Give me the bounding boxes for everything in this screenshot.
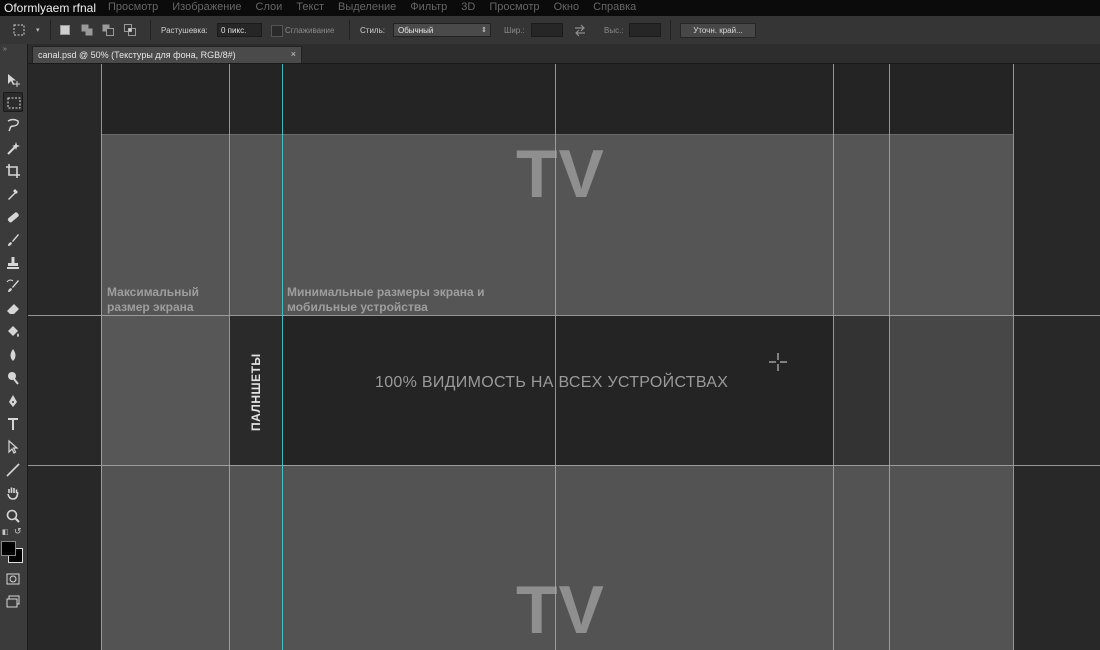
new-selection-icon[interactable] — [58, 23, 72, 37]
guide-vertical[interactable] — [889, 64, 890, 650]
width-input[interactable] — [531, 23, 563, 37]
chevron-down-icon[interactable]: ▾ — [36, 26, 40, 34]
foreground-color-swatch[interactable] — [1, 541, 16, 556]
document-tab-bar: canal.psd @ 50% (Текстуры для фона, RGB/… — [28, 44, 1100, 64]
swap-arrows-icon[interactable] — [573, 23, 587, 37]
updown-arrows-icon: ⇕ — [481, 27, 487, 34]
paint-bucket-icon[interactable] — [3, 322, 23, 342]
pen-icon[interactable] — [3, 391, 23, 411]
antialias-checkbox[interactable] — [271, 25, 283, 37]
tools-panel: » ◧ ↺ — [0, 44, 28, 650]
guide-vertical[interactable] — [282, 64, 283, 650]
tv-logo-top: TV — [516, 136, 605, 212]
eraser-icon[interactable] — [3, 299, 23, 319]
height-label: Выс.: — [604, 26, 624, 35]
brush-icon[interactable] — [3, 230, 23, 250]
min-screen-label: Минимальные размеры экрана и мобильные у… — [287, 285, 485, 314]
feather-label: Растушевка: — [161, 26, 208, 35]
menu-item[interactable]: Справка — [593, 1, 636, 15]
crosshair-cursor-icon — [769, 353, 787, 376]
width-label: Шир.: — [504, 26, 525, 35]
dodge-icon[interactable] — [3, 368, 23, 388]
guide-vertical[interactable] — [101, 64, 102, 650]
clone-stamp-icon[interactable] — [3, 253, 23, 273]
hand-icon[interactable] — [3, 483, 23, 503]
guide-vertical[interactable] — [833, 64, 834, 650]
type-icon[interactable] — [3, 414, 23, 434]
blur-icon[interactable] — [3, 345, 23, 365]
path-selection-icon[interactable] — [3, 437, 23, 457]
document-tab[interactable]: canal.psd @ 50% (Текстуры для фона, RGB/… — [32, 46, 302, 63]
guide-vertical[interactable] — [555, 64, 556, 650]
menu-item[interactable]: Выделение — [338, 1, 396, 15]
tablets-label: ПАЛНШЕТЫ — [249, 353, 263, 431]
menu-item[interactable]: Изображение — [172, 1, 241, 15]
menu-item[interactable]: Слои — [256, 1, 283, 15]
default-colors-icon[interactable]: ◧ — [2, 528, 9, 536]
intersect-selection-icon[interactable] — [123, 23, 137, 37]
tv-logo-bottom: TV — [516, 572, 605, 648]
window-title: Oformlyaem rfnal — [4, 1, 97, 15]
refine-edge-button[interactable]: Уточн. край... — [680, 23, 756, 38]
title-bar: Oformlyaem rfnal Просмотр Изображение Сл… — [0, 0, 1100, 16]
healing-brush-icon[interactable] — [3, 207, 23, 227]
line-icon[interactable] — [3, 460, 23, 480]
menu-item[interactable]: Текст — [296, 1, 324, 15]
swap-colors-icon[interactable]: ↺ — [14, 526, 22, 537]
add-selection-icon[interactable] — [80, 23, 94, 37]
options-bar: ▾ Растушевка: 0 пикс. Сглаживание Стиль:… — [0, 16, 1100, 45]
menu-item[interactable]: Просмотр — [108, 1, 158, 15]
eyedropper-icon[interactable] — [3, 184, 23, 204]
collapse-panel-icon[interactable]: » — [3, 46, 7, 53]
guide-vertical[interactable] — [1013, 64, 1014, 650]
menu-item[interactable]: Окно — [554, 1, 580, 15]
full-visibility-text: 100% ВИДИМОСТЬ НА ВСЕХ УСТРОЙСТВАХ — [375, 374, 729, 391]
guide-horizontal[interactable] — [28, 465, 1100, 466]
quick-mask-icon[interactable] — [3, 569, 23, 589]
move-icon[interactable] — [3, 70, 23, 90]
height-input[interactable] — [629, 23, 661, 37]
marquee-icon[interactable] — [3, 92, 23, 112]
lasso-icon[interactable] — [3, 115, 23, 135]
menu-item[interactable]: Просмотр — [489, 1, 539, 15]
menu-item[interactable]: Фильтр — [410, 1, 447, 15]
guide-horizontal[interactable] — [28, 315, 1100, 316]
menu-item[interactable]: 3D — [461, 1, 475, 15]
style-select-value: Обычный — [398, 26, 434, 35]
subtract-selection-icon[interactable] — [101, 23, 115, 37]
marquee-preset-icon[interactable] — [12, 23, 26, 37]
crop-icon[interactable] — [3, 161, 23, 181]
menu-bar: Просмотр Изображение Слои Текст Выделени… — [108, 1, 636, 15]
style-label: Стиль: — [360, 26, 385, 35]
style-select[interactable]: Обычный ⇕ — [393, 23, 491, 37]
feather-input[interactable]: 0 пикс. — [217, 23, 262, 37]
document-tab-label: canal.psd @ 50% (Текстуры для фона, RGB/… — [38, 50, 236, 60]
antialias-label: Сглаживание — [285, 26, 335, 35]
close-icon[interactable]: × — [291, 49, 296, 59]
magic-wand-icon[interactable] — [3, 138, 23, 158]
history-brush-icon[interactable] — [3, 276, 23, 296]
guide-vertical[interactable] — [229, 64, 230, 650]
zoom-icon[interactable] — [3, 506, 23, 526]
max-screen-label: Максимальный размер экрана — [107, 285, 199, 314]
screen-mode-icon[interactable] — [3, 592, 23, 612]
